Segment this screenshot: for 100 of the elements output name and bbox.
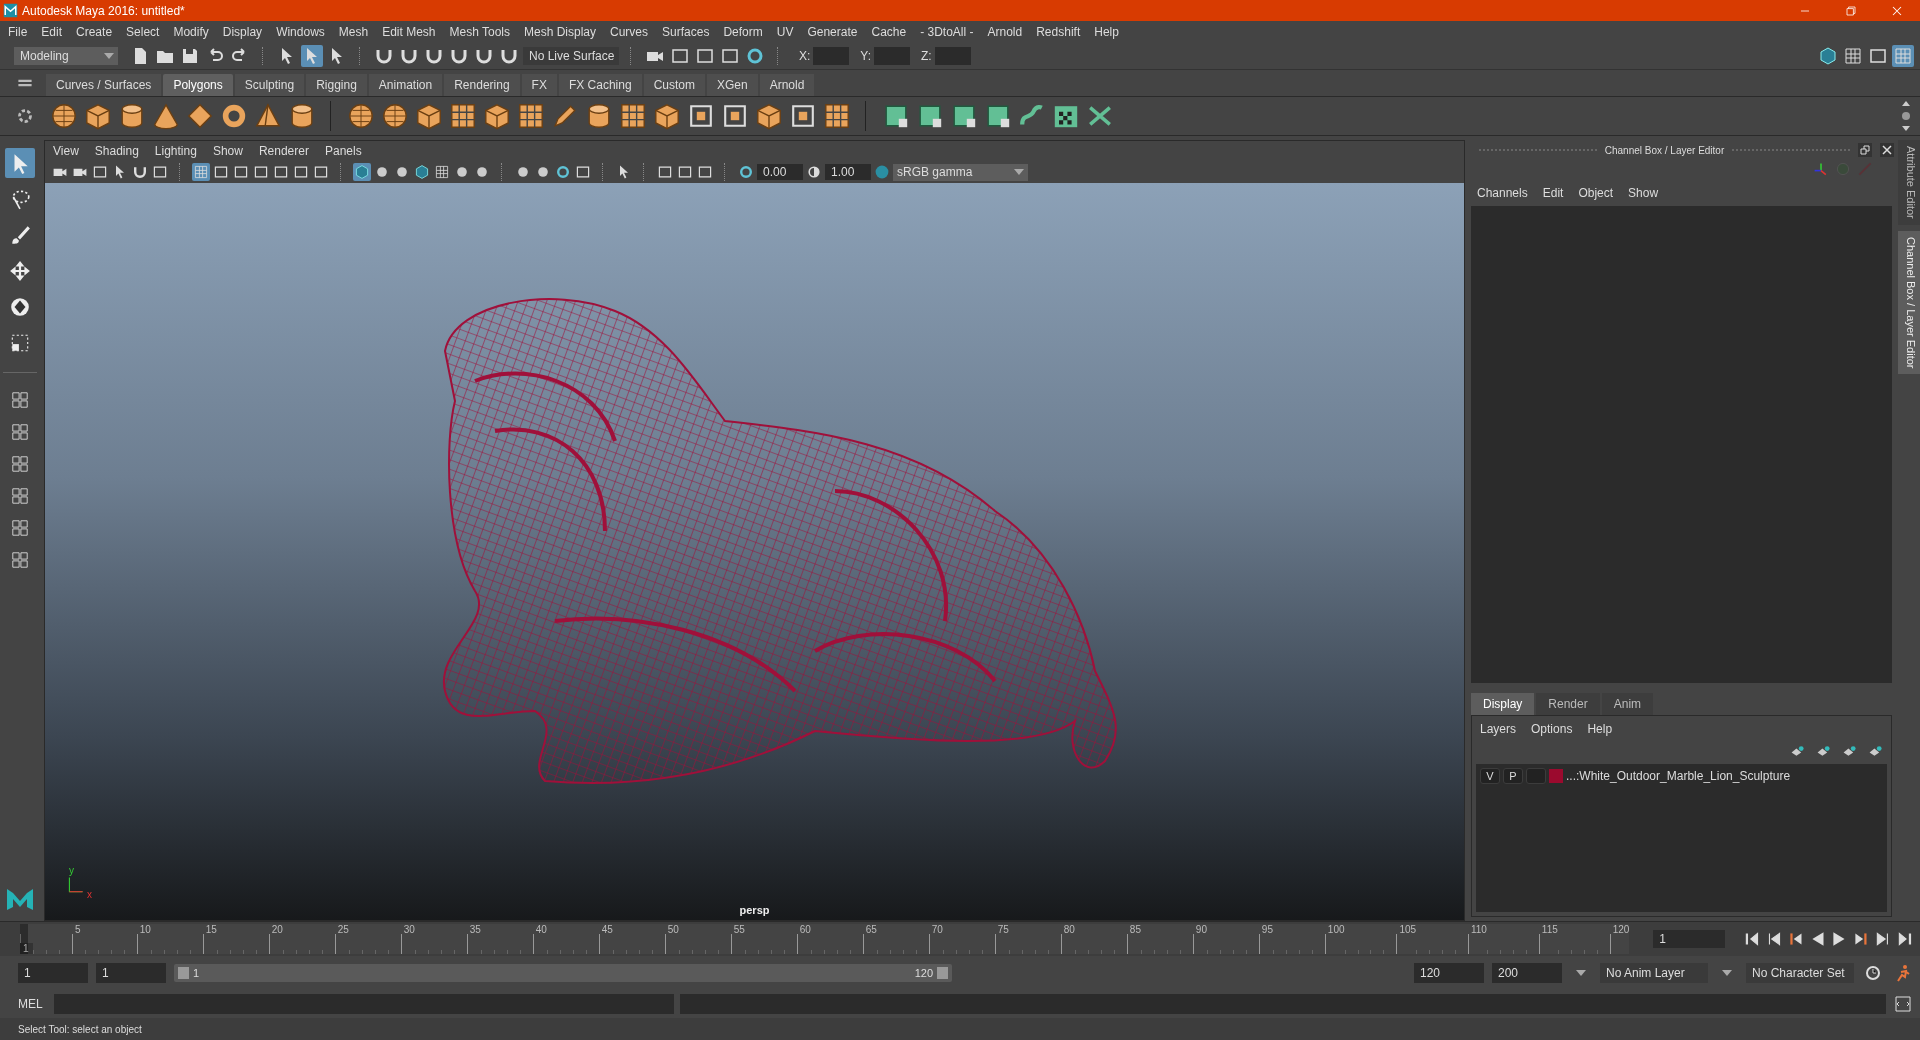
range-handle[interactable]: [178, 967, 189, 979]
exposure-field[interactable]: 0.00: [757, 164, 803, 180]
menu-item[interactable]: Redshift: [1036, 25, 1081, 39]
layer-menu-item[interactable]: Layers: [1480, 722, 1517, 736]
grid-icon[interactable]: [823, 102, 851, 130]
menu-item[interactable]: UV: [776, 25, 794, 39]
viewport-menu-item[interactable]: Renderer: [258, 144, 309, 158]
ring-icon[interactable]: [737, 163, 755, 181]
shelf-tab[interactable]: XGen: [706, 74, 758, 96]
channel-menu-item[interactable]: Channels: [1477, 186, 1528, 200]
visibility-toggle[interactable]: V: [1480, 768, 1500, 784]
side-tab[interactable]: Attribute Editor: [1898, 140, 1920, 225]
menu-item[interactable]: Help: [1094, 25, 1119, 39]
menu-item[interactable]: Curves: [610, 25, 649, 39]
gamma-field[interactable]: 1.00: [825, 164, 871, 180]
layer-color-swatch[interactable]: [1549, 769, 1563, 783]
layer-menu-item[interactable]: Options: [1531, 722, 1573, 736]
ring-icon[interactable]: [554, 163, 572, 181]
square-icon[interactable]: [687, 102, 715, 130]
start-time-field[interactable]: 1: [18, 963, 88, 983]
scrollbar[interactable]: [1900, 99, 1912, 133]
menu-item[interactable]: - 3DtoAll -: [920, 25, 974, 39]
viewport-menu-item[interactable]: Show: [212, 144, 243, 158]
square-icon[interactable]: [721, 102, 749, 130]
sphere-icon[interactable]: [381, 102, 409, 130]
grid-icon[interactable]: [449, 102, 477, 130]
plane-icon[interactable]: [186, 102, 214, 130]
cone-icon[interactable]: [152, 102, 180, 130]
cube-icon[interactable]: [415, 102, 443, 130]
menu-item[interactable]: Edit Mesh: [382, 25, 436, 39]
menu-item[interactable]: Deform: [723, 25, 763, 39]
cube-icon[interactable]: [483, 102, 511, 130]
shelf-tab[interactable]: Animation: [368, 74, 443, 96]
mode-dropdown[interactable]: Modeling: [14, 47, 118, 65]
menu-item[interactable]: Generate: [807, 25, 858, 39]
shelf-tab[interactable]: FX Caching: [558, 74, 642, 96]
script-editor-icon[interactable]: [1892, 993, 1914, 1015]
sphere-icon[interactable]: [347, 102, 375, 130]
float-icon[interactable]: [1858, 143, 1872, 157]
playback-toggle[interactable]: P: [1503, 768, 1523, 784]
time-slider[interactable]: 1 5 10 15 20 25 30 35 40 45 50 55 60 65 70 75 80 85 90 95 100 105 110 115 120: [20, 924, 1630, 954]
close-icon[interactable]: [1880, 143, 1894, 157]
cube-icon[interactable]: [413, 163, 431, 181]
menu-item[interactable]: Mesh: [338, 25, 369, 39]
shelf-tab[interactable]: Custom: [643, 74, 705, 96]
coordinate-field[interactable]: [934, 47, 971, 65]
range-bar[interactable]: 1 120: [174, 964, 952, 982]
caret-icon[interactable]: [1576, 970, 1586, 976]
pen-icon[interactable]: [551, 102, 579, 130]
viewport-menu-item[interactable]: Panels: [324, 144, 362, 158]
grid-icon[interactable]: [619, 102, 647, 130]
menu-item[interactable]: Create: [76, 25, 113, 39]
sphere-icon[interactable]: [50, 102, 78, 130]
layer-editor-tab[interactable]: Render: [1536, 693, 1600, 715]
viewport-menu-item[interactable]: Lighting: [154, 144, 197, 158]
go-to-end-icon[interactable]: [1896, 930, 1914, 948]
cube-icon[interactable]: [1817, 45, 1839, 67]
pyramid-icon[interactable]: [254, 102, 282, 130]
cube-icon[interactable]: [353, 163, 371, 181]
menu-item[interactable]: Mesh Tools: [449, 25, 510, 39]
side-tab[interactable]: Channel Box / Layer Editor: [1898, 230, 1920, 375]
torus-icon[interactable]: [220, 102, 248, 130]
range-handle[interactable]: [937, 967, 948, 979]
caret-icon[interactable]: [1722, 970, 1732, 976]
coordinate-field[interactable]: [813, 47, 850, 65]
menu-item[interactable]: Arnold: [987, 25, 1023, 39]
layer-editor-tab[interactable]: Display: [1471, 693, 1535, 715]
layer-menu-item[interactable]: Help: [1587, 722, 1613, 736]
menu-item[interactable]: Modify: [173, 25, 209, 39]
menu-item[interactable]: File: [8, 25, 28, 39]
grid-icon[interactable]: [433, 163, 451, 181]
end-time-field[interactable]: 200: [1492, 963, 1562, 983]
menu-item[interactable]: Select: [126, 25, 160, 39]
channel-menu-item[interactable]: Show: [1628, 186, 1659, 200]
menu-item[interactable]: Mesh Display: [524, 25, 597, 39]
layer-name[interactable]: ...:White_Outdoor_Marble_Lion_Sculpture: [1566, 769, 1791, 783]
shelf-tab[interactable]: Polygons: [163, 74, 233, 96]
shelf-tab[interactable]: Curves / Surfaces: [46, 74, 162, 96]
cube-icon[interactable]: [755, 102, 783, 130]
shelf-tab[interactable]: Arnold: [759, 74, 815, 96]
menu-item[interactable]: Cache: [871, 25, 907, 39]
coordinate-field[interactable]: [874, 47, 911, 65]
channel-menu-item[interactable]: Edit: [1542, 186, 1564, 200]
menu-item[interactable]: Edit: [41, 25, 63, 39]
channel-menu-item[interactable]: Object: [1578, 186, 1614, 200]
playback-start-field[interactable]: 1: [96, 963, 166, 983]
shelf-tab[interactable]: Rigging: [306, 74, 367, 96]
viewport-menu-item[interactable]: View: [53, 144, 79, 158]
grid-icon[interactable]: [517, 102, 545, 130]
live-surface-field[interactable]: No Live Surface: [523, 47, 619, 65]
cube-icon[interactable]: [84, 102, 112, 130]
color-space-dropdown[interactable]: sRGB gamma: [893, 163, 1028, 181]
layer-editor-tab[interactable]: Anim: [1601, 693, 1654, 715]
command-input-field[interactable]: [54, 994, 674, 1014]
character-set-dropdown[interactable]: No Character Set: [1746, 963, 1854, 983]
cube-icon[interactable]: [653, 102, 681, 130]
shelf-tab[interactable]: Sculpting: [234, 74, 305, 96]
menu-item[interactable]: Display: [222, 25, 263, 39]
playback-end-field[interactable]: 120: [1414, 963, 1484, 983]
menu-item[interactable]: Windows: [276, 25, 325, 39]
